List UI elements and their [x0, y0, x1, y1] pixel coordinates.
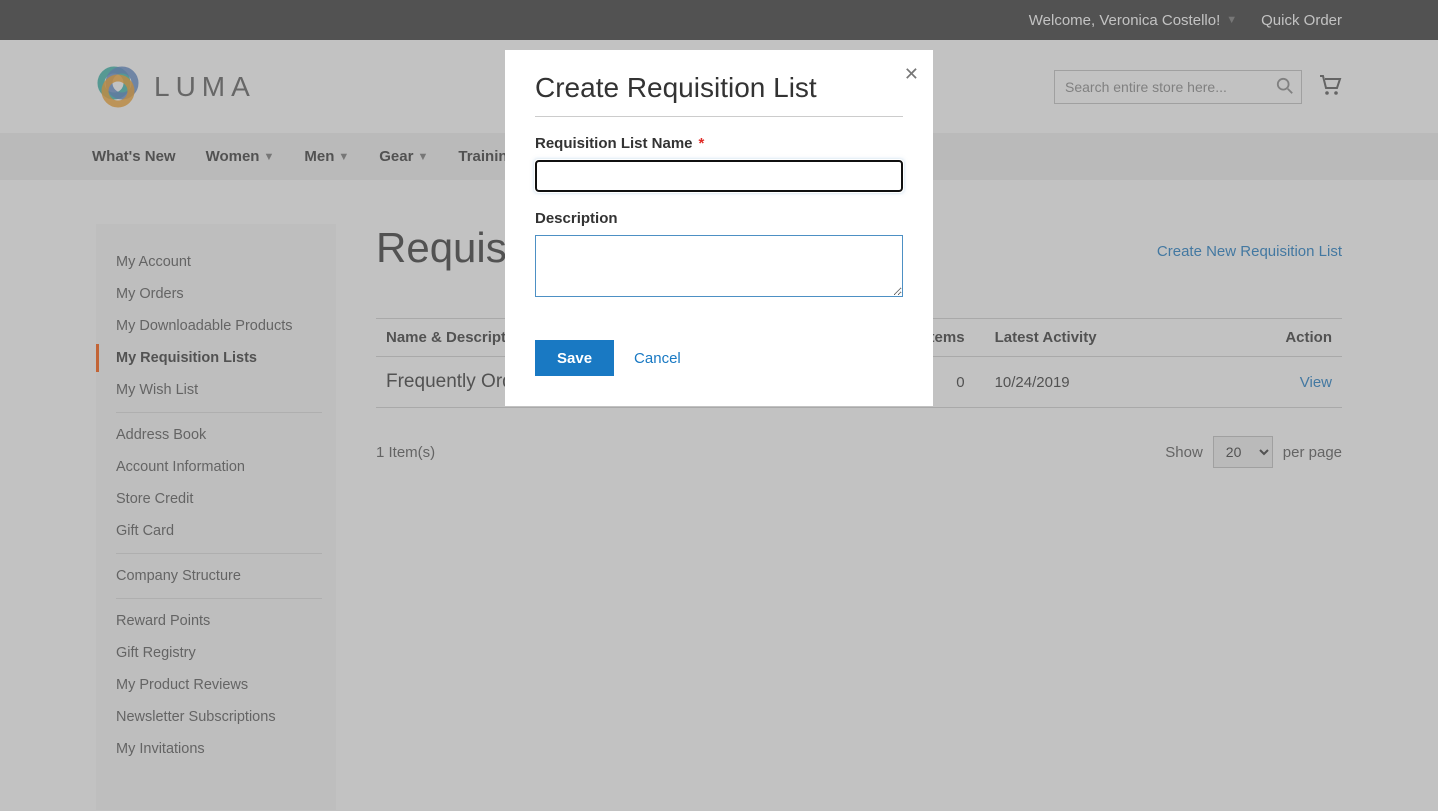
requisition-name-input[interactable] [535, 160, 903, 192]
description-label: Description [535, 210, 903, 227]
modal-actions: Save Cancel [535, 340, 903, 376]
name-label: Requisition List Name* [535, 135, 903, 152]
required-star: * [699, 135, 705, 152]
cancel-button[interactable]: Cancel [634, 350, 681, 367]
close-icon[interactable]: ✕ [904, 64, 919, 85]
create-requisition-modal: ✕ Create Requisition List Requisition Li… [505, 50, 933, 406]
modal-title: Create Requisition List [535, 72, 903, 117]
requisition-description-input[interactable] [535, 235, 903, 297]
save-button[interactable]: Save [535, 340, 614, 376]
